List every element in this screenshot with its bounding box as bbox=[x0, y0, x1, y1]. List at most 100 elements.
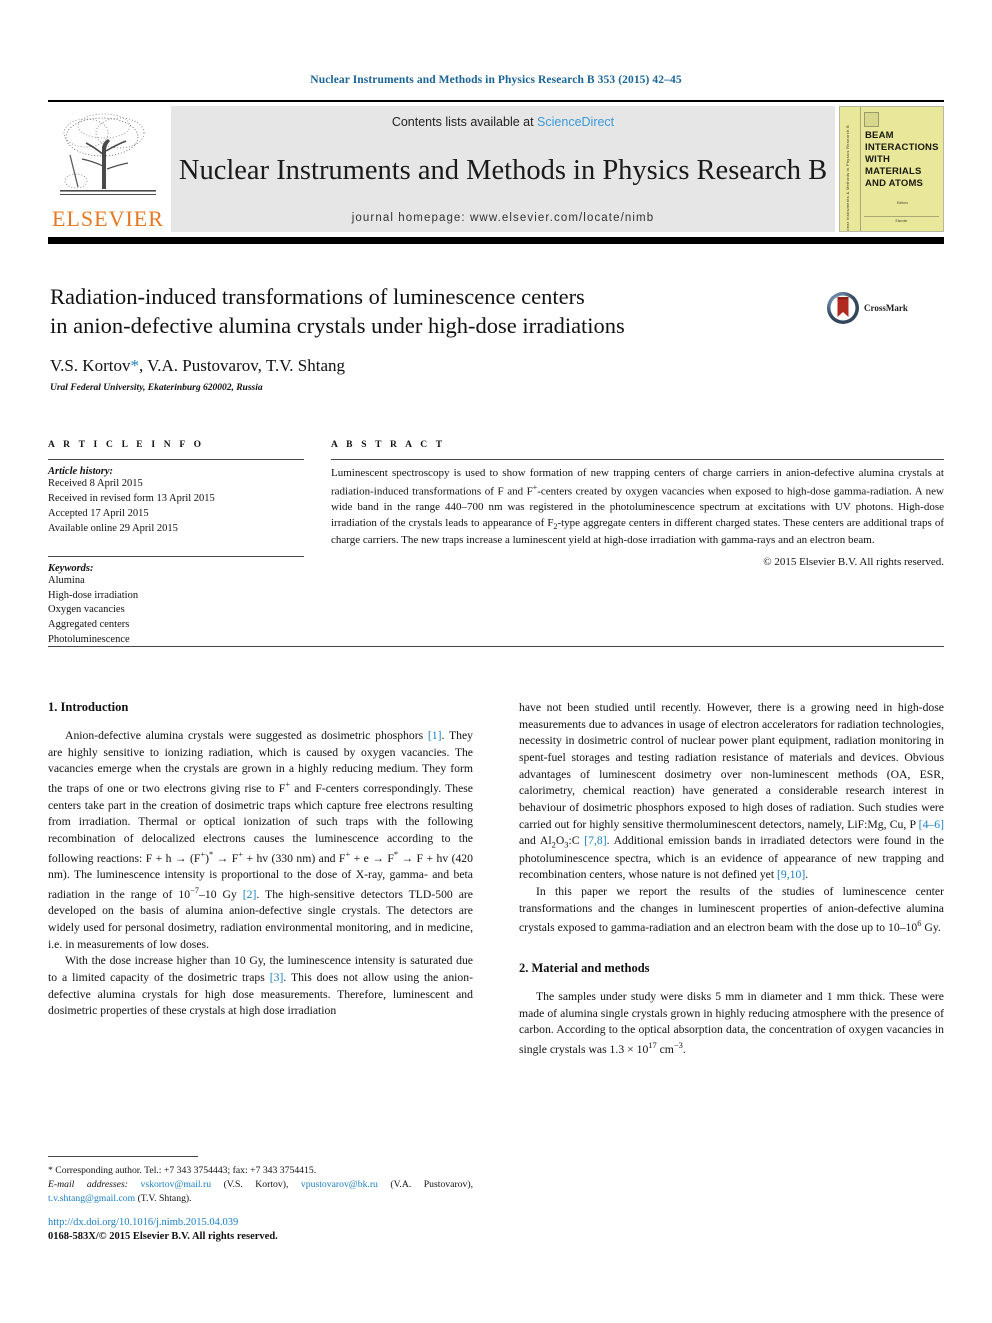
text-run: O bbox=[555, 834, 565, 848]
body-columns: 1. Introduction Anion-defective alumina … bbox=[48, 700, 944, 1059]
abstract-divider bbox=[331, 459, 944, 460]
author-rest: , V.A. Pustovarov, T.V. Shtang bbox=[138, 356, 346, 376]
author-list: V.S. Kortov*, V.A. Pustovarov, T.V. Shta… bbox=[50, 356, 820, 376]
right-body-column: have not been studied until recently. Ho… bbox=[519, 700, 944, 1059]
keyword-item: Alumina bbox=[48, 574, 85, 586]
citation-link[interactable]: [4–6] bbox=[919, 818, 944, 831]
superscript: −7 bbox=[190, 884, 200, 895]
elsevier-wordmark: ELSEVIER bbox=[52, 206, 164, 231]
text-run: . bbox=[682, 1042, 686, 1056]
cover-elsevier-mark-icon bbox=[864, 112, 879, 127]
citation-link[interactable]: [3] bbox=[270, 971, 284, 984]
section-heading-introduction: 1. Introduction bbox=[48, 700, 129, 714]
title-block: Radiation-induced transformations of lum… bbox=[50, 283, 820, 393]
abstract-copyright: © 2015 Elsevier B.V. All rights reserved… bbox=[763, 555, 944, 568]
left-body-column: 1. Introduction Anion-defective alumina … bbox=[48, 700, 473, 1059]
intro-paragraph-1: Anion-defective alumina crystals were su… bbox=[48, 728, 473, 953]
keyword-item: High-dose irradiation bbox=[48, 589, 139, 601]
issn-copyright-line: 0168-583X/© 2015 Elsevier B.V. All right… bbox=[48, 1231, 278, 1243]
email-link-pustovarov[interactable]: vpustovarov@bk.ru bbox=[301, 1179, 378, 1190]
article-history-heading: Article history: bbox=[48, 466, 114, 477]
text-run: have not been studied until recently. Ho… bbox=[519, 701, 944, 831]
cover-title: BEAM INTERACTIONS WITH MATERIALS AND ATO… bbox=[865, 130, 939, 189]
doi-link[interactable]: http://dx.doi.org/10.1016/j.nimb.2015.04… bbox=[48, 1216, 548, 1230]
journal-header-box: Contents lists available at ScienceDirec… bbox=[171, 106, 835, 232]
text-run: + e → F bbox=[350, 851, 394, 865]
history-received: Received 8 April 2015 bbox=[48, 478, 143, 489]
journal-homepage-link[interactable]: journal homepage: www.elsevier.com/locat… bbox=[352, 212, 654, 224]
text-run: Gy. bbox=[921, 921, 941, 935]
info-abstract-region: A R T I C L E I N F O Article history: R… bbox=[48, 440, 944, 648]
keyword-item: Oxygen vacancies bbox=[48, 604, 125, 616]
elsevier-tree-icon bbox=[60, 113, 156, 195]
journal-cover-thumbnail: Nuclear Instruments & Methods in Physics… bbox=[839, 106, 944, 232]
journal-masthead: ELSEVIER Contents lists available at Sci… bbox=[48, 100, 944, 232]
title-line-1: Radiation-induced transformations of lum… bbox=[50, 284, 585, 309]
citation-link[interactable]: [9,10] bbox=[777, 868, 805, 881]
footnote-rule bbox=[48, 1156, 198, 1157]
running-head: Nuclear Instruments and Methods in Physi… bbox=[310, 74, 682, 86]
corresponding-author-marker: * bbox=[130, 356, 139, 376]
text-run: → F bbox=[213, 851, 239, 865]
methods-paragraph-1: The samples under study were disks 5 mm … bbox=[519, 989, 944, 1059]
text-run: The samples under study were disks 5 mm … bbox=[519, 989, 944, 1056]
article-info-heading: A R T I C L E I N F O bbox=[48, 440, 205, 450]
keyword-item: Aggregated centers bbox=[48, 619, 130, 631]
cover-publisher-text: Elsevier bbox=[864, 216, 939, 223]
email-name-kortov: (V.S. Kortov), bbox=[211, 1178, 301, 1190]
abstract-text: Luminescent spectroscopy is used to show… bbox=[331, 466, 944, 549]
superscript: −3 bbox=[673, 1039, 683, 1050]
keywords-block: Keywords: Alumina High-dose irradiation … bbox=[48, 555, 304, 649]
crossmark-badge[interactable]: CrossMark bbox=[826, 291, 908, 325]
info-abstract-bottom-rule bbox=[48, 646, 944, 647]
abstract-column: A B S T R A C T Luminescent spectroscopy… bbox=[331, 440, 944, 648]
text-run: –10 Gy bbox=[199, 887, 243, 901]
citation-link[interactable]: [2] bbox=[243, 888, 257, 901]
affiliation: Ural Federal University, Ekaterinburg 62… bbox=[50, 383, 263, 394]
elsevier-logo: ELSEVIER bbox=[48, 106, 168, 232]
abstract-heading: A B S T R A C T bbox=[331, 440, 446, 450]
crossmark-icon bbox=[827, 292, 859, 324]
keywords-divider bbox=[48, 555, 304, 557]
cover-spine-text: Nuclear Instruments & Methods in Physics… bbox=[845, 125, 850, 232]
text-run: . bbox=[805, 868, 809, 882]
page-title: Radiation-induced transformations of lum… bbox=[50, 283, 820, 340]
email-link-shtang[interactable]: t.v.shtang@gmail.com bbox=[48, 1193, 135, 1204]
section-heading-material-and-methods: 2. Material and methods bbox=[519, 960, 650, 975]
sciencedirect-link[interactable]: ScienceDirect bbox=[537, 115, 614, 129]
footnote-area: * Corresponding author. Tel.: +7 343 375… bbox=[48, 1156, 473, 1206]
cover-editors-text: Editors bbox=[896, 201, 909, 205]
article-page: Nuclear Instruments and Methods in Physi… bbox=[0, 0, 992, 1323]
contents-prefix: Contents lists available at bbox=[391, 115, 538, 129]
citation-link[interactable]: [1] bbox=[428, 729, 442, 742]
text-run: cm bbox=[656, 1042, 674, 1056]
title-line-2: in anion-defective alumina crystals unde… bbox=[50, 312, 625, 338]
author-primary: V.S. Kortov bbox=[50, 356, 131, 376]
text-run: Anion-defective alumina crystals were su… bbox=[65, 729, 428, 742]
corresponding-author-note: * Corresponding author. Tel.: +7 343 375… bbox=[48, 1165, 317, 1176]
email-addresses-note: E-mail addresses: vskortov@mail.ru (V.S.… bbox=[48, 1178, 473, 1206]
keywords-heading: Keywords: bbox=[48, 562, 94, 574]
journal-title: Nuclear Instruments and Methods in Physi… bbox=[178, 154, 828, 186]
history-online: Available online 29 April 2015 bbox=[48, 522, 178, 534]
article-info-divider bbox=[48, 459, 304, 460]
text-run: In this paper we report the results of t… bbox=[519, 885, 944, 935]
email-link-kortov[interactable]: vskortov@mail.ru bbox=[141, 1179, 212, 1190]
aim-paragraph: In this paper we report the results of t… bbox=[519, 884, 944, 937]
article-info-column: A R T I C L E I N F O Article history: R… bbox=[48, 440, 304, 648]
citation-link[interactable]: [7,8] bbox=[584, 834, 606, 847]
text-run: + hv (330 nm) and F bbox=[243, 851, 346, 865]
cover-spine bbox=[840, 107, 861, 231]
intro-paragraph-2: With the dose increase higher than 10 Gy… bbox=[48, 953, 473, 1020]
email-name-shtang: (T.V. Shtang). bbox=[135, 1192, 192, 1204]
intro-continuation-paragraph: have not been studied until recently. Ho… bbox=[519, 700, 944, 884]
superscript: 17 bbox=[648, 1039, 657, 1050]
text-run: and Al bbox=[519, 834, 552, 848]
email-name-pustovarov: (V.A. Pustovarov), bbox=[377, 1178, 473, 1190]
masthead-bottom-rule bbox=[48, 237, 944, 244]
doi-block: http://dx.doi.org/10.1016/j.nimb.2015.04… bbox=[48, 1216, 548, 1244]
contents-available-line: Contents lists available at ScienceDirec… bbox=[392, 115, 614, 129]
email-addresses-label: E-mail addresses: bbox=[48, 1178, 128, 1190]
text-run: :C bbox=[568, 834, 585, 848]
crossmark-label: CrossMark bbox=[864, 303, 908, 313]
